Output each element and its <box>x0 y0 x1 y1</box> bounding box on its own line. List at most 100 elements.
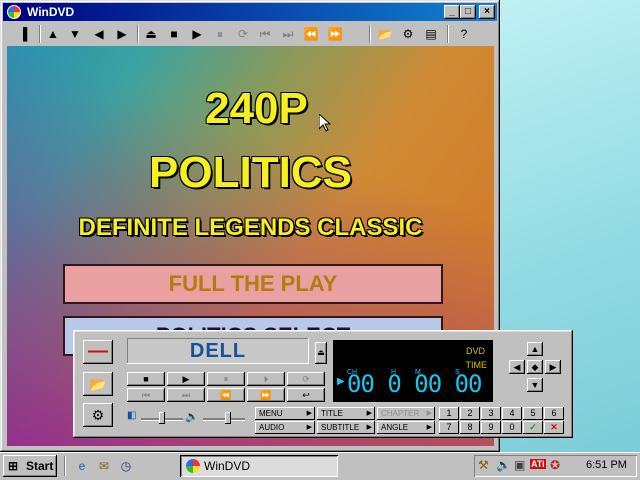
mouse-cursor-icon <box>319 114 331 132</box>
keypad-5-button[interactable]: 5 <box>523 407 543 420</box>
previous-chapter-button[interactable]: ⏮ <box>127 388 165 402</box>
title-bar[interactable]: WinDVD _ □ × <box>3 3 497 21</box>
keypad-2-button[interactable]: 2 <box>460 407 480 420</box>
toolbar-separator <box>369 25 371 43</box>
up-arrow-icon[interactable]: ▲ <box>43 24 63 44</box>
windows-logo-icon: ⊞ <box>8 459 19 473</box>
control-panel: — 📂 ⚙ DELL ⏏ ■ ▶ ⏸ ⏵ ⟳ ⏮ ⏭ ⏪ ⏩ ↩ ◧ 🔈 DVD… <box>73 330 573 438</box>
taskbar-windvd-label: WinDVD <box>204 459 251 473</box>
windvd-task-icon <box>186 459 200 473</box>
stop-icon[interactable]: ■ <box>164 24 184 44</box>
brightness-slider-thumb[interactable] <box>159 412 165 424</box>
fast-forward-icon[interactable]: ⏩ <box>325 24 345 44</box>
nav-up-button[interactable]: ▲ <box>527 342 543 356</box>
keypad-1-button[interactable]: 1 <box>439 407 459 420</box>
keypad-cancel-button[interactable]: ✕ <box>544 421 564 434</box>
menu-button[interactable]: MENU ▶ <box>255 407 315 420</box>
rewind-button[interactable]: ⏪ <box>207 388 245 402</box>
tray-ati-icon[interactable]: ATi <box>530 459 546 469</box>
properties-icon[interactable]: ⚙ <box>398 24 418 44</box>
speaker-icon: 🔈 <box>185 411 199 423</box>
play-icon[interactable]: ▶ <box>187 24 207 44</box>
keypad-3-button[interactable]: 3 <box>481 407 501 420</box>
keypad-0-button[interactable]: 0 <box>502 421 522 434</box>
tray-antivirus-icon[interactable]: ✪ <box>550 458 560 472</box>
taskbar: ⊞ Start e ✉ ◷ WinDVD ⚒ 🔊 ▣ ATi ✪ 6:51 PM <box>0 452 640 480</box>
toolbar: ▐ ▲ ▼ ◀ ▶ ⏏ ■ ▶ ⏸ ⟳ ⏮ ⏭ ⏪ ⏩ 📂 ⚙ ▤ ? <box>3 22 497 46</box>
minimize-panel-button[interactable]: — <box>83 340 113 364</box>
nav-down-button[interactable]: ▼ <box>527 378 543 392</box>
minimize-button[interactable]: _ <box>444 5 460 19</box>
keypad-9-button[interactable]: 9 <box>481 421 501 434</box>
repeat-icon[interactable]: ⟳ <box>233 24 253 44</box>
show-desktop-icon[interactable]: ◷ <box>118 458 134 474</box>
pause-icon[interactable]: ⏸ <box>210 24 230 44</box>
tray-monitor-icon[interactable]: ▣ <box>514 458 525 472</box>
repeat-button[interactable]: ⟳ <box>287 372 325 386</box>
tray-volume-icon[interactable]: 🔊 <box>496 458 511 472</box>
toolbar-separator <box>137 25 139 43</box>
maximize-button[interactable]: □ <box>460 5 476 19</box>
open-file-button[interactable]: 📂 <box>83 372 113 396</box>
title-button[interactable]: TITLE ▶ <box>317 407 375 420</box>
help-icon[interactable]: ? <box>454 24 474 44</box>
tray-tool-icon[interactable]: ⚒ <box>478 458 489 472</box>
previous-chapter-icon[interactable]: ⏮ <box>255 24 275 44</box>
open-folder-icon[interactable]: 📂 <box>375 24 395 44</box>
keypad-8-button[interactable]: 8 <box>460 421 480 434</box>
toolbar-separator <box>447 25 449 43</box>
fast-forward-button[interactable]: ⏩ <box>247 388 285 402</box>
lcd-time-digits: 00 0 00 00 <box>347 370 482 398</box>
start-button[interactable]: ⊞ Start <box>3 455 57 477</box>
angle-button[interactable]: ANGLE ▶ <box>377 421 435 434</box>
nav-enter-button[interactable]: ◆ <box>527 360 543 374</box>
keypad-4-button[interactable]: 4 <box>502 407 522 420</box>
properties-button[interactable]: ⚙ <box>83 403 113 427</box>
audio-button[interactable]: AUDIO ▶ <box>255 421 315 434</box>
brightness-icon: ◧ <box>127 410 137 421</box>
start-label: Start <box>26 459 54 473</box>
volume-slider-thumb[interactable] <box>224 412 231 424</box>
step-forward-button[interactable]: ⏵ <box>247 372 285 386</box>
subtitle-button[interactable]: SUBTITLE ▶ <box>317 421 375 434</box>
next-chapter-button[interactable]: ⏭ <box>167 388 205 402</box>
video-line-politics: POLITICS <box>149 148 352 197</box>
system-tray: ⚒ 🔊 ▣ ATi ✪ 6:51 PM <box>474 455 637 477</box>
video-line-240p: 240P <box>205 84 308 133</box>
lcd-time-label: TIME <box>465 360 488 370</box>
right-arrow-icon[interactable]: ▶ <box>112 24 132 44</box>
keypad-confirm-button[interactable]: ✓ <box>523 421 543 434</box>
lcd-play-indicator-icon: ▶ <box>337 376 345 387</box>
close-button[interactable]: × <box>479 5 495 19</box>
chapter-button[interactable]: CHAPTER ▶ <box>377 407 435 420</box>
eject-icon[interactable]: ⏏ <box>141 24 161 44</box>
keypad-7-button[interactable]: 7 <box>439 421 459 434</box>
lcd-display: DVD TIME ▶ CH H M S 00 0 00 00 <box>333 340 493 402</box>
left-arrow-icon[interactable]: ◀ <box>89 24 109 44</box>
return-button[interactable]: ↩ <box>287 388 325 402</box>
toggle-panel-icon[interactable]: ▐ <box>13 24 33 44</box>
window-title: WinDVD <box>27 5 75 19</box>
video-line-subtitle: DEFINITE LEGENDS CLASSIC <box>78 214 423 241</box>
lcd-dvd-label: DVD <box>465 346 485 356</box>
keypad-6-button[interactable]: 6 <box>544 407 564 420</box>
outlook-express-icon[interactable]: ✉ <box>96 458 112 474</box>
pause-button[interactable]: ⏸ <box>207 372 245 386</box>
taskbar-separator <box>64 456 66 476</box>
full-the-play-menu-button[interactable]: FULL THE PLAY <box>63 264 443 304</box>
toolbar-separator <box>39 25 41 43</box>
eject-icon[interactable]: ⏏ <box>315 342 327 364</box>
taskbar-windvd-button[interactable]: WinDVD <box>180 455 338 477</box>
nav-left-button[interactable]: ◀ <box>509 360 525 374</box>
stop-button[interactable]: ■ <box>127 372 165 386</box>
tray-clock[interactable]: 6:51 PM <box>586 459 627 471</box>
dell-logo: DELL <box>127 338 309 364</box>
play-button[interactable]: ▶ <box>167 372 205 386</box>
nav-right-button[interactable]: ▶ <box>545 360 561 374</box>
internet-explorer-icon[interactable]: e <box>74 458 90 474</box>
settings-panel-icon[interactable]: ▤ <box>421 24 441 44</box>
rewind-icon[interactable]: ⏪ <box>301 24 321 44</box>
next-chapter-icon[interactable]: ⏭ <box>278 24 298 44</box>
down-arrow-icon[interactable]: ▼ <box>65 24 85 44</box>
windvd-app-icon[interactable] <box>7 5 21 19</box>
